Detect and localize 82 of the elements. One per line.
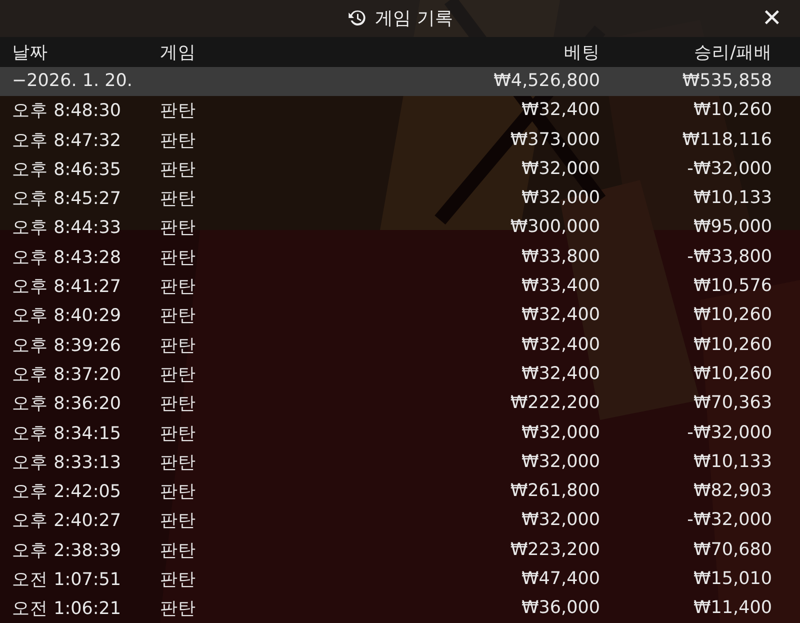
table-cell-text: ₩32,400 (520, 364, 600, 384)
total-result: ₩535,858 (681, 71, 772, 92)
table-cell-text: ₩300,000 (509, 217, 600, 238)
table-cell-text: 오후 8:43:28 (12, 246, 122, 269)
table-cell-text: 판탄 (160, 481, 197, 504)
table-cell-text: 판탄 (160, 130, 197, 152)
table-cell-text: ₩33,800 (520, 246, 600, 267)
table-cell-text: -₩32,000 (686, 158, 772, 179)
history-icon (347, 8, 368, 28)
table-cell-text: ₩10,260 (692, 100, 772, 120)
table-cell-text: ₩118,116 (681, 130, 772, 150)
table-cell-text: 판탄 (160, 334, 197, 357)
table-cell-text: 오후 8:36:20 (12, 393, 122, 416)
table-cell-text: 오후 2:40:27 (12, 510, 122, 532)
table-cell-text: ₩32,000 (520, 422, 600, 443)
table-cell-text: ₩82,903 (692, 481, 772, 502)
table-cell-text: 오전 1:07:51 (12, 569, 122, 592)
table-cell-text: ₩32,000 (520, 158, 600, 179)
table-cell-text: 판탄 (160, 246, 197, 269)
table-cell-text: 판탄 (160, 598, 197, 620)
table-cell-text: ₩95,000 (692, 217, 772, 238)
table-cell-text: 판탄 (160, 569, 197, 592)
table-cell-text: ₩222,200 (509, 393, 600, 414)
table-cell-text: ₩10,260 (692, 305, 772, 326)
table-cell-text: -₩32,000 (686, 510, 772, 530)
table-cell-text: 오후 8:33:13 (12, 452, 122, 474)
table-cell-text: 오후 2:42:05 (12, 481, 122, 504)
column-header: 게임 (160, 42, 197, 64)
column-header: 베팅 (563, 42, 600, 64)
table-cell-text: ₩10,260 (692, 364, 772, 384)
table-cell-text: -₩32,000 (686, 422, 772, 443)
table-cell-text: ₩32,000 (520, 510, 600, 530)
table-cell-text: 오후 8:44:33 (12, 217, 122, 240)
table-cell-text: 판탄 (160, 158, 197, 181)
table-cell-text: 판탄 (160, 217, 197, 240)
table-cell-text: ₩36,000 (520, 598, 600, 618)
table-cell-text: 오후 8:46:35 (12, 158, 122, 181)
column-header: 날짜 (12, 42, 49, 64)
total-bet: ₩4,526,800 (492, 71, 600, 92)
table-cell-text: 오전 1:06:21 (12, 598, 122, 620)
table-cell-text: 오후 8:37:20 (12, 364, 122, 386)
table-cell-text: ₩32,400 (520, 305, 600, 326)
table-cell-text: ₩10,576 (692, 276, 772, 296)
table-cell-text: ₩32,000 (520, 188, 600, 208)
table-cell-text: ₩223,200 (509, 540, 600, 560)
table-cell-text: 오후 8:41:27 (12, 276, 122, 298)
table-cell-text: ₩47,400 (520, 569, 600, 590)
table-cell-text: ₩11,400 (692, 598, 772, 618)
table-cell-text: 오후 8:48:30 (12, 100, 122, 122)
table-cell-text: 오후 8:34:15 (12, 422, 122, 445)
table-cell-text: ₩32,000 (520, 452, 600, 472)
table-cell-text: -₩33,800 (686, 246, 772, 267)
table-cell-text: 판탄 (160, 100, 197, 122)
table-cell-text: 판탄 (160, 452, 197, 474)
table-cell-text: ₩261,800 (509, 481, 600, 502)
table-cell-text: 판탄 (160, 305, 197, 328)
table-cell-text: 판탄 (160, 364, 197, 386)
table-cell-text: ₩10,133 (692, 188, 772, 208)
table-cell-text: 오후 8:45:27 (12, 188, 122, 210)
table-cell-text: 오후 8:40:29 (12, 305, 122, 328)
table-cell-text: ₩32,400 (520, 334, 600, 355)
table-cell-text: ₩70,680 (692, 540, 772, 560)
table-cell-text: 판탄 (160, 540, 197, 562)
table-cell-text: ₩33,400 (520, 276, 600, 296)
table-cell-text: ₩70,363 (692, 393, 772, 414)
table-cell-text: ₩10,133 (692, 452, 772, 472)
table-cell-text: 오후 8:39:26 (12, 334, 122, 357)
window-title: 게임 기록 (375, 7, 453, 30)
table-cell-text: 오후 2:38:39 (12, 540, 122, 562)
table-cell-text: 판탄 (160, 510, 197, 532)
table-cell-text: ₩373,000 (509, 130, 600, 150)
table-cell-text: 판탄 (160, 393, 197, 416)
close-button[interactable]: ✕ (758, 4, 786, 32)
table-cell-text: 판탄 (160, 188, 197, 210)
table-cell-text: ₩15,010 (692, 569, 772, 590)
column-header: 승리/패배 (693, 42, 772, 64)
table-cell-text: ₩10,260 (692, 334, 772, 355)
table-cell-text: ₩32,400 (520, 100, 600, 120)
table-cell-text: 판탄 (160, 276, 197, 298)
date-group-label: −2026. 1. 20. (12, 71, 134, 92)
table-cell-text: 판탄 (160, 422, 197, 445)
table-cell-text: 오후 8:47:32 (12, 130, 122, 152)
